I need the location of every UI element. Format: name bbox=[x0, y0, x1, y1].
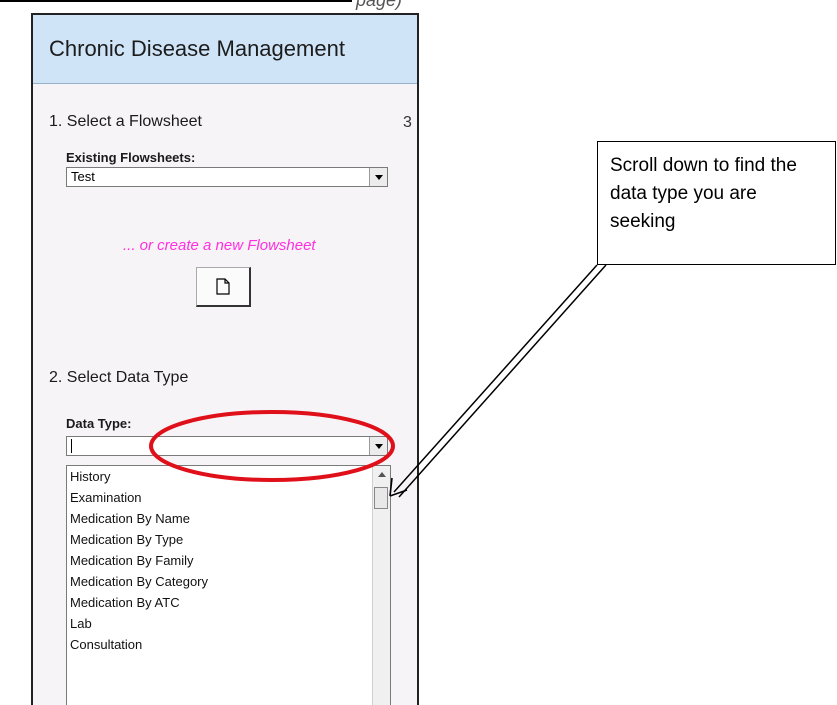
existing-flowsheets-label: Existing Flowsheets: bbox=[66, 150, 196, 165]
list-item[interactable]: History bbox=[67, 466, 390, 487]
new-flowsheet-button[interactable] bbox=[196, 267, 251, 307]
callout-pointer bbox=[398, 264, 607, 498]
list-item[interactable]: Lab bbox=[67, 613, 390, 634]
list-item[interactable]: Medication By Category bbox=[67, 571, 390, 592]
list-item[interactable]: Medication By Family bbox=[67, 550, 390, 571]
new-document-icon bbox=[216, 278, 230, 295]
text-caret bbox=[71, 439, 72, 453]
list-scrollbar[interactable] bbox=[372, 466, 390, 705]
cdm-panel: Chronic Disease Management 1. Select a F… bbox=[31, 13, 419, 705]
list-item[interactable]: Medication By Name bbox=[67, 508, 390, 529]
dropdown-arrow-icon[interactable] bbox=[369, 168, 387, 186]
list-item[interactable]: Medication By ATC bbox=[67, 592, 390, 613]
existing-flowsheets-value: Test bbox=[71, 169, 95, 184]
dropdown-arrow-icon[interactable] bbox=[369, 437, 387, 455]
data-type-select[interactable] bbox=[66, 436, 388, 456]
data-type-label: Data Type: bbox=[66, 416, 132, 431]
existing-flowsheets-select[interactable]: Test bbox=[66, 167, 388, 187]
data-type-list[interactable]: History Examination Medication By Name M… bbox=[66, 465, 391, 705]
step2-heading: 2. Select Data Type bbox=[49, 369, 189, 386]
step3-hint: 3 bbox=[403, 114, 412, 131]
page-fragment-text: page) bbox=[356, 0, 403, 10]
list-item[interactable]: Medication By Type bbox=[67, 529, 390, 550]
create-flowsheet-link[interactable]: ... or create a new Flowsheet bbox=[123, 237, 316, 254]
panel-title: Chronic Disease Management bbox=[33, 15, 417, 84]
list-item[interactable]: Examination bbox=[67, 487, 390, 508]
callout-pointer bbox=[393, 264, 598, 493]
scroll-thumb[interactable] bbox=[374, 487, 388, 509]
list-item[interactable]: Consultation bbox=[67, 634, 390, 655]
step1-heading: 1. Select a Flowsheet bbox=[49, 113, 202, 130]
callout-box: Scroll down to find the data type you ar… bbox=[597, 141, 836, 265]
scroll-up-icon[interactable] bbox=[373, 466, 390, 483]
top-rule bbox=[0, 0, 352, 2]
